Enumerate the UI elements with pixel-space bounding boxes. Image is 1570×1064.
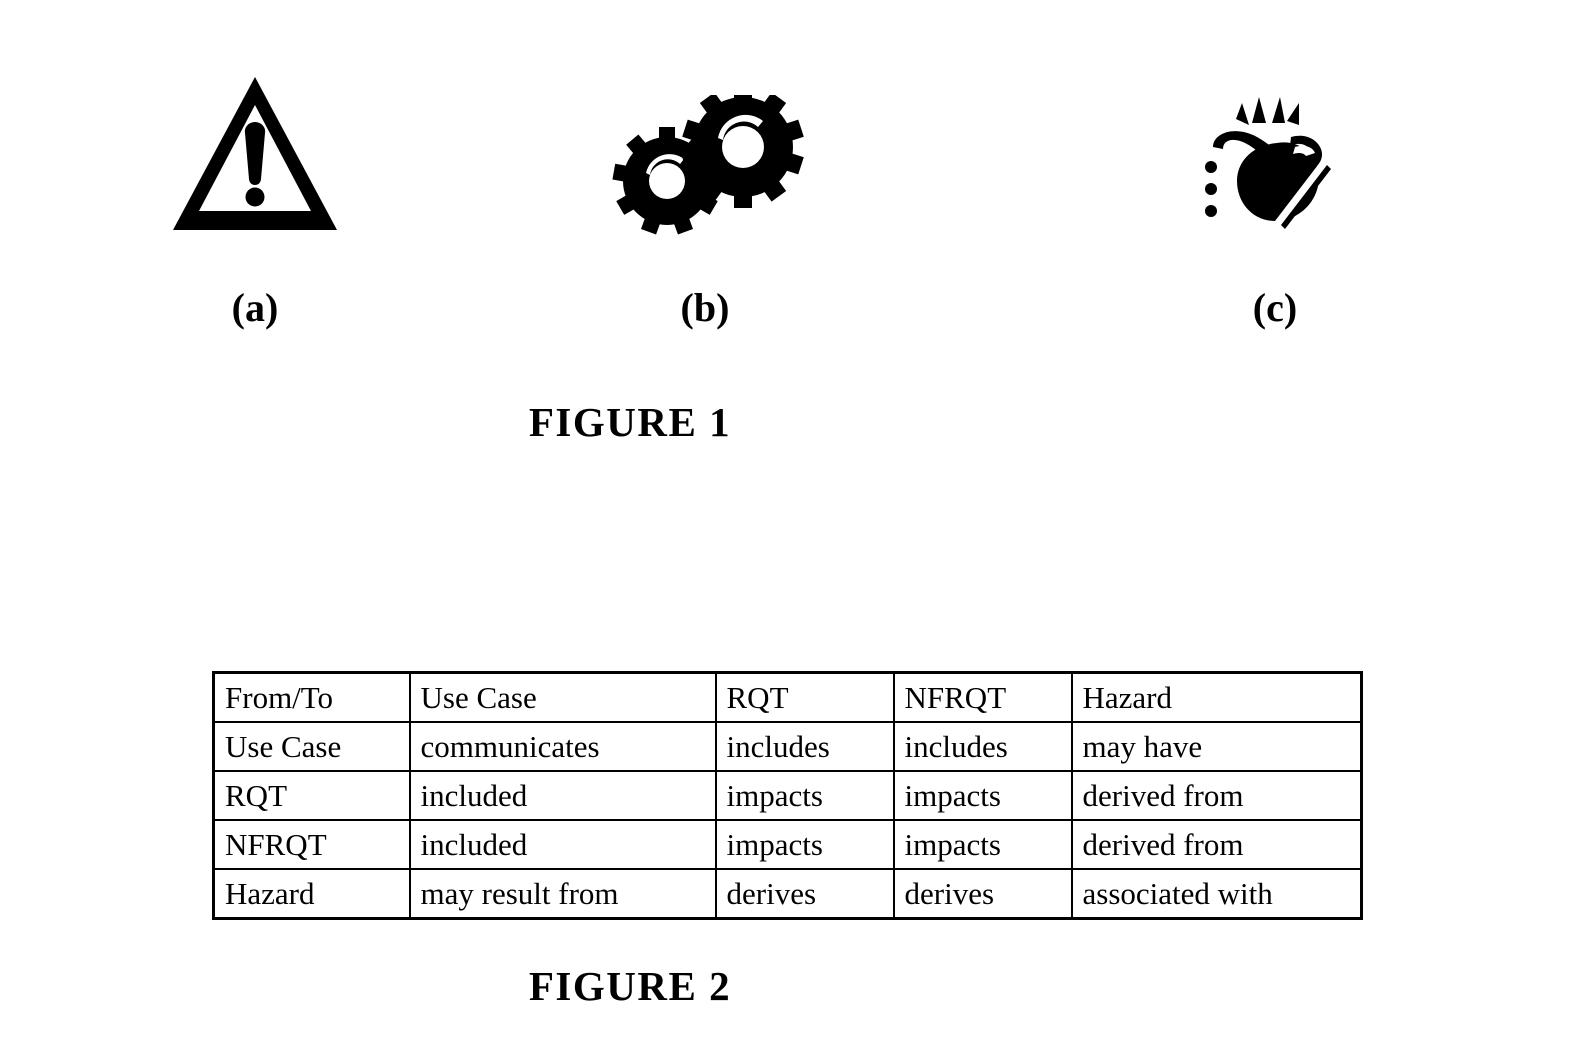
- table-cell: includes: [714, 721, 895, 772]
- table-cell: impacts: [714, 819, 895, 870]
- table-row-header-cell: Use Case: [212, 721, 411, 772]
- table-cell: impacts: [892, 770, 1073, 821]
- relationship-matrix-table: From/To Use Case RQT NFRQT Hazard Use Ca…: [212, 671, 1363, 920]
- table-cell: communicates: [408, 721, 717, 772]
- table-cell: derives: [714, 868, 895, 920]
- table-cell: included: [408, 770, 717, 821]
- table-cell: included: [408, 819, 717, 870]
- figure1-sublabel-a: (a): [231, 285, 279, 330]
- table-row-header-cell: NFRQT: [212, 819, 411, 870]
- two-gears-icon: [612, 95, 804, 235]
- bomb-lit-fuse-icon: [1205, 97, 1331, 229]
- figure1-caption: FIGURE 1: [528, 399, 732, 445]
- figure-sheet: (a) (b) (c) FIGURE 1 From/To Use Case RQ…: [0, 0, 1570, 1064]
- table-header-cell: NFRQT: [892, 671, 1073, 723]
- figure2-table-wrapper: From/To Use Case RQT NFRQT Hazard Use Ca…: [212, 671, 1363, 920]
- table-cell: associated with: [1070, 868, 1363, 920]
- figure2-caption: FIGURE 2: [528, 963, 732, 1009]
- table-cell: derived from: [1070, 819, 1363, 870]
- table-row: Hazard may result from derives derives a…: [212, 868, 1363, 920]
- table-header-cell: RQT: [714, 671, 895, 723]
- figure1-item-c: [1160, 55, 1380, 235]
- table-cell: impacts: [892, 819, 1073, 870]
- table-row: RQT included impacts impacts derived fro…: [212, 770, 1363, 821]
- table-row: NFRQT included impacts impacts derived f…: [212, 819, 1363, 870]
- table-header-cell: Use Case: [408, 671, 717, 723]
- table-cell: impacts: [714, 770, 895, 821]
- table-row-header-cell: RQT: [212, 770, 411, 821]
- table-cell: may result from: [408, 868, 717, 920]
- figure1-item-a: [145, 55, 365, 235]
- figure1-sublabel-c: (c): [1252, 285, 1298, 330]
- table-cell: derives: [892, 868, 1073, 920]
- table-cell: includes: [892, 721, 1073, 772]
- table-header-row: From/To Use Case RQT NFRQT Hazard: [212, 671, 1363, 723]
- table-row-header-cell: Hazard: [212, 868, 411, 920]
- table-cell: may have: [1070, 721, 1363, 772]
- figure1-sublabel-b: (b): [680, 285, 730, 330]
- figure1-item-b: [595, 55, 815, 235]
- figure1-icon-row: [0, 55, 1570, 235]
- table-header-cell: From/To: [212, 671, 411, 723]
- warning-triangle-exclamation-icon: [173, 77, 337, 230]
- table-row: Use Case communicates includes includes …: [212, 721, 1363, 772]
- table-cell: derived from: [1070, 770, 1363, 821]
- table-header-cell: Hazard: [1070, 671, 1363, 723]
